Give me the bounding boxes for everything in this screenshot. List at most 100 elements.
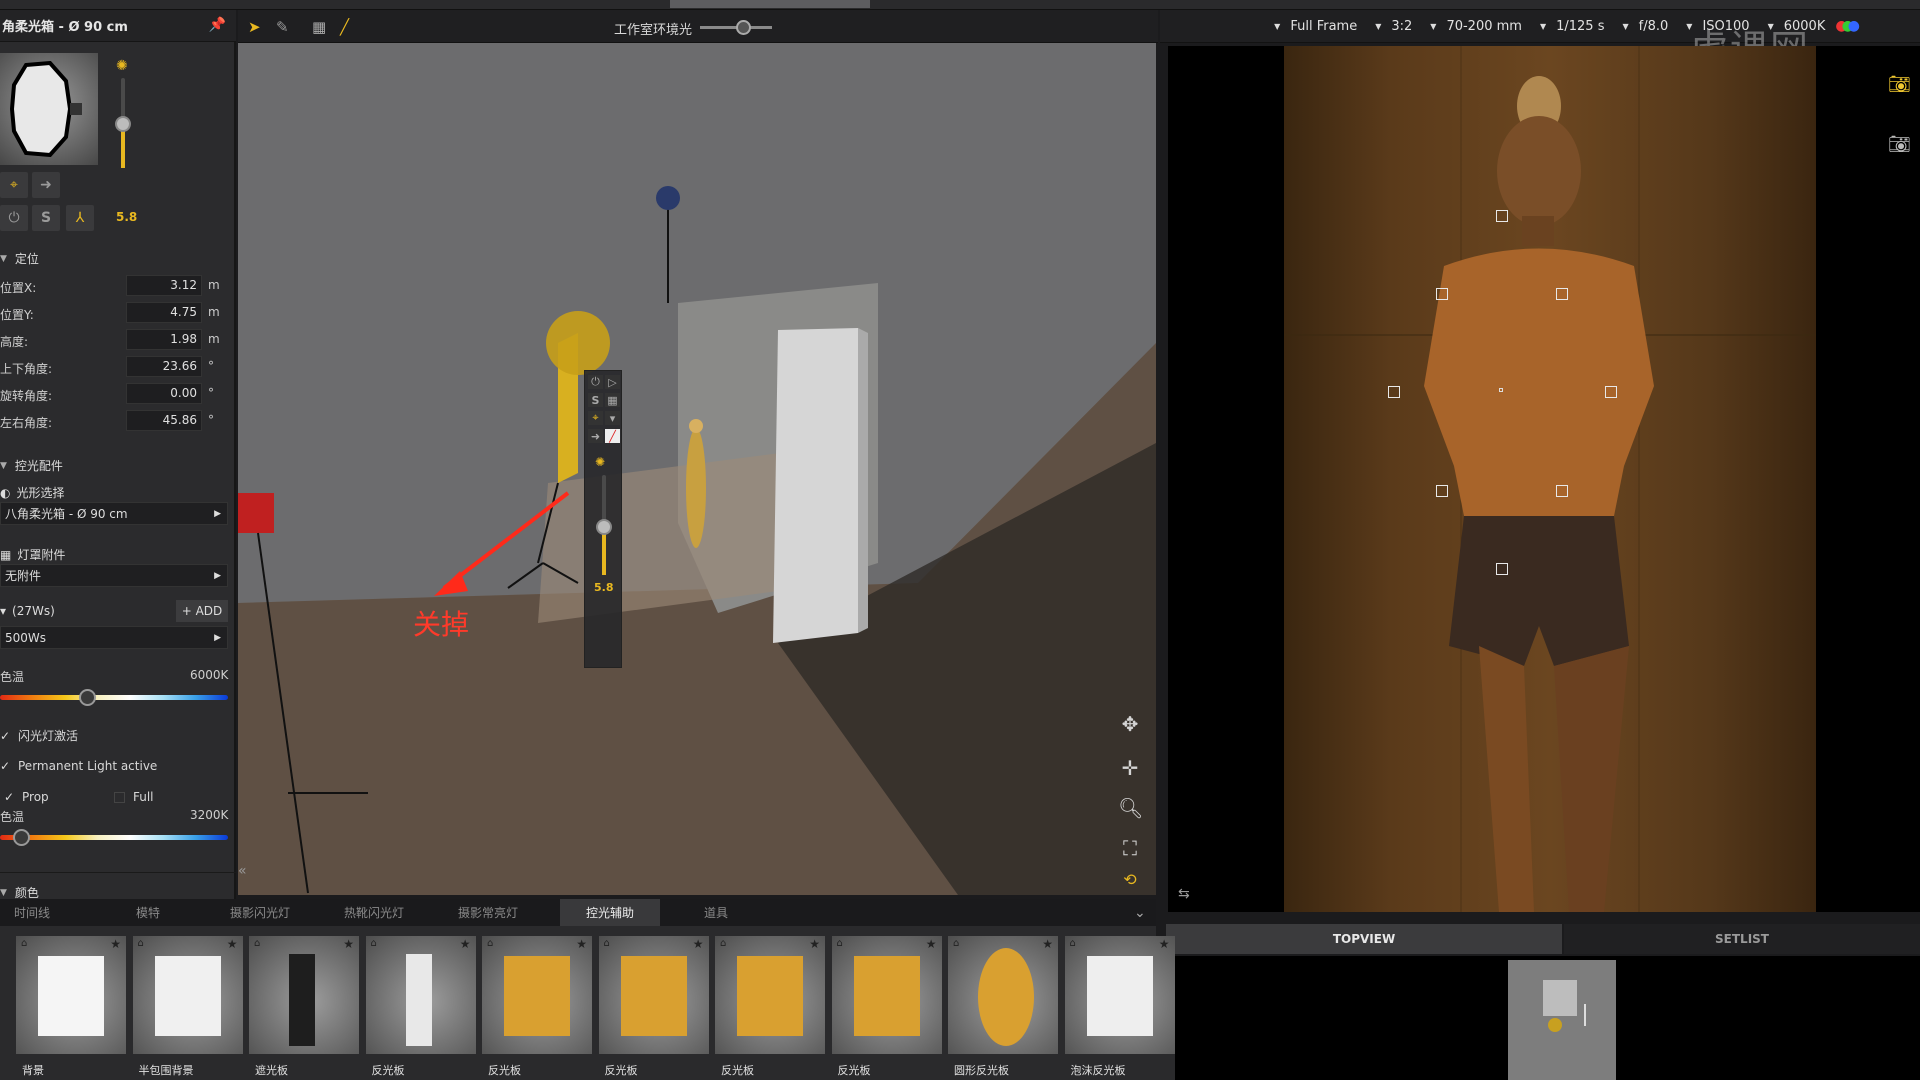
ambient-light-slider[interactable]	[700, 20, 772, 35]
color-temp-knob[interactable]	[78, 689, 96, 706]
color-temp2-slider[interactable]	[0, 829, 228, 846]
focus-point[interactable]	[1605, 386, 1617, 398]
line-icon[interactable]: ╱	[340, 18, 349, 36]
tilt-input[interactable]: 23.66	[126, 356, 202, 377]
tab-topview[interactable]: TOPVIEW	[1166, 924, 1562, 954]
library-item[interactable]: ⌂ ★ 反光板	[598, 936, 709, 1080]
stand-icon[interactable]: ⅄	[66, 205, 94, 231]
permanent-light-checkbox[interactable]: ✓ Permanent Light active	[0, 759, 157, 773]
focus-point[interactable]	[1436, 485, 1448, 497]
focus-point[interactable]	[1496, 563, 1508, 575]
full-checkbox[interactable]: Full	[114, 790, 154, 804]
focus-point[interactable]	[1388, 386, 1400, 398]
tab-props[interactable]: 道具	[704, 899, 728, 926]
shutter-dropdown[interactable]: ▼ 1/125 s	[1540, 19, 1605, 34]
focus-point[interactable]	[1556, 485, 1568, 497]
quick-power-knob[interactable]	[596, 519, 612, 535]
frame-icon[interactable]: ⛶	[1118, 836, 1142, 860]
power-slider[interactable]	[115, 78, 131, 168]
flash-active-checkbox[interactable]: ✓ 闪光灯激活	[0, 727, 78, 744]
camera-preview[interactable]: ⇆	[1168, 46, 1920, 912]
home-icon[interactable]: ⌂	[21, 938, 27, 949]
section-positioning[interactable]: ▼ 定位	[0, 250, 39, 267]
section-modifiers[interactable]: ▼ 控光配件	[0, 457, 63, 474]
library-item[interactable]: ⌂ ★ 反光板	[715, 936, 825, 1080]
no-modifier-icon[interactable]: ╱	[605, 429, 620, 443]
solo-icon[interactable]: S	[588, 393, 603, 407]
star-icon[interactable]: ★	[110, 937, 121, 951]
library-item[interactable]: ⌂ ★ 反光板	[482, 936, 592, 1080]
capture-camera-icon[interactable]: 📷︎	[1888, 74, 1911, 95]
shape-select-dropdown[interactable]: 八角柔光箱 - Ø 90 cm ▶	[0, 502, 228, 525]
tab-studio-flash[interactable]: 摄影闪光灯	[230, 899, 290, 926]
tab-speedlight[interactable]: 热靴闪光灯	[344, 899, 404, 926]
flash-power-dropdown[interactable]: 500Ws ▶	[0, 626, 228, 649]
home-icon[interactable]: ⌂	[837, 938, 843, 949]
star-icon[interactable]: ★	[926, 937, 937, 951]
stand-light-icon[interactable]: ▷	[605, 375, 620, 389]
pin-icon[interactable]: 📌	[209, 17, 226, 33]
move-to-model-icon[interactable]: ➜	[588, 429, 603, 443]
grid-icon[interactable]: ▦	[312, 18, 326, 36]
measure-icon[interactable]: ✎	[276, 18, 289, 36]
rotation-input[interactable]: 0.00	[126, 383, 202, 404]
library-item[interactable]: ⌂ ★ 背景	[16, 936, 126, 1080]
flash-head-icon[interactable]: ▾	[605, 411, 620, 425]
library-item[interactable]: ⌂ ★ 半包围背景	[132, 936, 243, 1080]
position-y-input[interactable]: 4.75	[126, 302, 202, 323]
solo-icon[interactable]: S	[32, 205, 60, 231]
focus-point[interactable]	[1436, 288, 1448, 300]
power-icon[interactable]: ⏻	[0, 205, 28, 231]
home-icon[interactable]: ⌂	[138, 938, 144, 949]
swap-icon[interactable]: ⇆	[1178, 886, 1190, 902]
attachment-dropdown[interactable]: 无附件 ▶	[0, 564, 228, 587]
home-icon[interactable]: ⌂	[371, 938, 377, 949]
home-icon[interactable]: ⌂	[1070, 938, 1076, 949]
star-icon[interactable]: ★	[1042, 937, 1053, 951]
star-icon[interactable]: ★	[809, 937, 820, 951]
height-input[interactable]: 1.98	[126, 329, 202, 350]
pan-icon[interactable]: ✛	[1118, 756, 1142, 780]
color-temp2-knob[interactable]	[12, 829, 30, 846]
snapshot-camera-icon[interactable]: 📷︎	[1888, 134, 1911, 155]
expand-icon[interactable]: ⌄	[1134, 899, 1146, 926]
sensor-dropdown[interactable]: ▼ Full Frame	[1274, 19, 1357, 34]
position-x-input[interactable]: 3.12	[126, 275, 202, 296]
star-icon[interactable]: ★	[227, 937, 238, 951]
star-icon[interactable]: ★	[1159, 937, 1170, 951]
star-icon[interactable]: ★	[576, 937, 587, 951]
star-icon[interactable]: ★	[343, 937, 354, 951]
home-icon[interactable]: ⌂	[604, 938, 610, 949]
library-item[interactable]: ⌂ ★ 反光板	[831, 936, 942, 1080]
target-icon[interactable]: ⌖	[588, 411, 603, 425]
ambient-slider-knob[interactable]	[736, 20, 752, 35]
window-scrollbar[interactable]	[0, 0, 1920, 10]
pan-input[interactable]: 45.86	[126, 410, 202, 431]
tab-light-shapers[interactable]: 控光辅助	[560, 899, 660, 926]
tab-continuous-light[interactable]: 摄影常亮灯	[458, 899, 518, 926]
home-icon[interactable]: ⌂	[720, 938, 726, 949]
rgb-icon[interactable]: ● ● ●	[1835, 18, 1860, 34]
library-item[interactable]: ⌂ ★ 遮光板	[249, 936, 359, 1080]
add-button[interactable]: + ADD	[176, 600, 228, 622]
orbit-icon[interactable]: ✥	[1118, 712, 1142, 736]
scrollbar-thumb[interactable]	[670, 0, 870, 8]
library-item[interactable]: ⌂ ★ 泡沫反光板	[1064, 936, 1175, 1080]
prop-checkbox[interactable]: ✓ Prop	[4, 790, 49, 804]
aspect-dropdown[interactable]: ▼ 3:2	[1375, 19, 1412, 34]
tab-models[interactable]: 模特	[136, 899, 160, 926]
library-item[interactable]: ⌂ ★ 反光板	[365, 936, 476, 1080]
color-temp-slider[interactable]	[0, 689, 228, 706]
3d-viewport[interactable]: 关掉 ⏻ ▷ S ▦ ⌖ ▾ ➜ ╱ ✺ 5.8 «	[238, 43, 1156, 895]
power-icon[interactable]: ⏻	[588, 375, 603, 389]
topview-panel[interactable]	[1166, 956, 1920, 1080]
focus-point[interactable]	[1556, 288, 1568, 300]
target-icon[interactable]: ⌖	[0, 172, 28, 198]
home-icon[interactable]: ⌂	[254, 938, 260, 949]
move-to-model-icon[interactable]: ➜	[32, 172, 60, 198]
tab-timeline[interactable]: 时间线	[14, 899, 50, 926]
library-item[interactable]: ⌂ ★ 圆形反光板	[948, 936, 1058, 1080]
star-icon[interactable]: ★	[693, 937, 704, 951]
home-icon[interactable]: ⌂	[953, 938, 959, 949]
select-arrow-icon[interactable]: ➤	[248, 18, 261, 36]
